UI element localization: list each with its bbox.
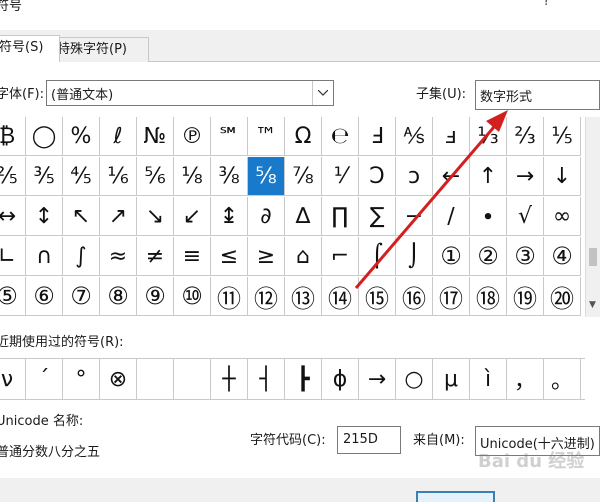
tab-symbols-label: 符号(S): [0, 40, 44, 55]
annotation-arrow-icon: [354, 110, 508, 289]
tab-symbols[interactable]: 符号(S): [0, 35, 60, 62]
